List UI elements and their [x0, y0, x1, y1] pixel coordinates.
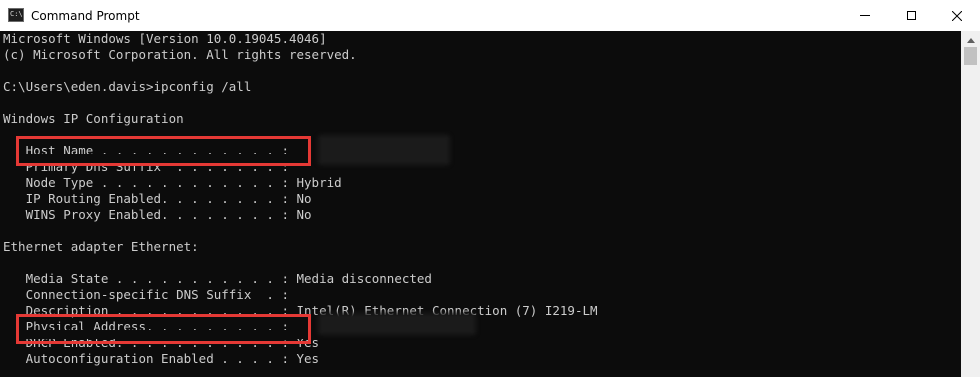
arrow-up-icon — [966, 37, 975, 43]
scroll-thumb[interactable] — [964, 47, 977, 65]
redacted-host-name — [318, 135, 450, 165]
window-title: Command Prompt — [31, 9, 140, 23]
highlight-physical-address — [16, 314, 311, 344]
console-line: Autoconfiguration Enabled . . . . : Yes — [3, 351, 320, 366]
close-button[interactable] — [934, 0, 980, 31]
console-line: IP Routing Enabled. . . . . . . . : No — [3, 191, 312, 206]
console-output[interactable]: Microsoft Windows [Version 10.0.19045.40… — [0, 31, 960, 377]
console-line: Microsoft Windows [Version 10.0.19045.40… — [3, 31, 327, 46]
console-line: Media State . . . . . . . . . . . : Medi… — [3, 271, 432, 286]
minimize-icon — [860, 15, 870, 16]
console-line: WINS Proxy Enabled. . . . . . . . : No — [3, 207, 312, 222]
title-bar[interactable]: C:\ Command Prompt — [0, 0, 980, 31]
minimize-button[interactable] — [842, 0, 888, 31]
highlight-host-name — [16, 136, 311, 166]
console-line: (c) Microsoft Corporation. All rights re… — [3, 47, 357, 62]
command-prompt-window: C:\ Command Prompt Microsoft Windows [Ve… — [0, 0, 980, 377]
vertical-scrollbar[interactable] — [961, 31, 980, 377]
scroll-up-button[interactable] — [961, 33, 980, 47]
cmd-app-icon[interactable]: C:\ — [8, 8, 24, 22]
maximize-icon — [906, 11, 916, 20]
console-line: Ethernet adapter Ethernet: — [3, 239, 199, 254]
maximize-button[interactable] — [888, 0, 934, 31]
console-line: Node Type . . . . . . . . . . . . : Hybr… — [3, 175, 342, 190]
redacted-physical-address — [318, 313, 476, 335]
console-line: C:\Users\eden.davis>ipconfig /all — [3, 79, 252, 94]
console-line: Connection-specific DNS Suffix . : — [3, 287, 289, 302]
close-icon — [952, 10, 962, 21]
console-line: Windows IP Configuration — [3, 111, 184, 126]
